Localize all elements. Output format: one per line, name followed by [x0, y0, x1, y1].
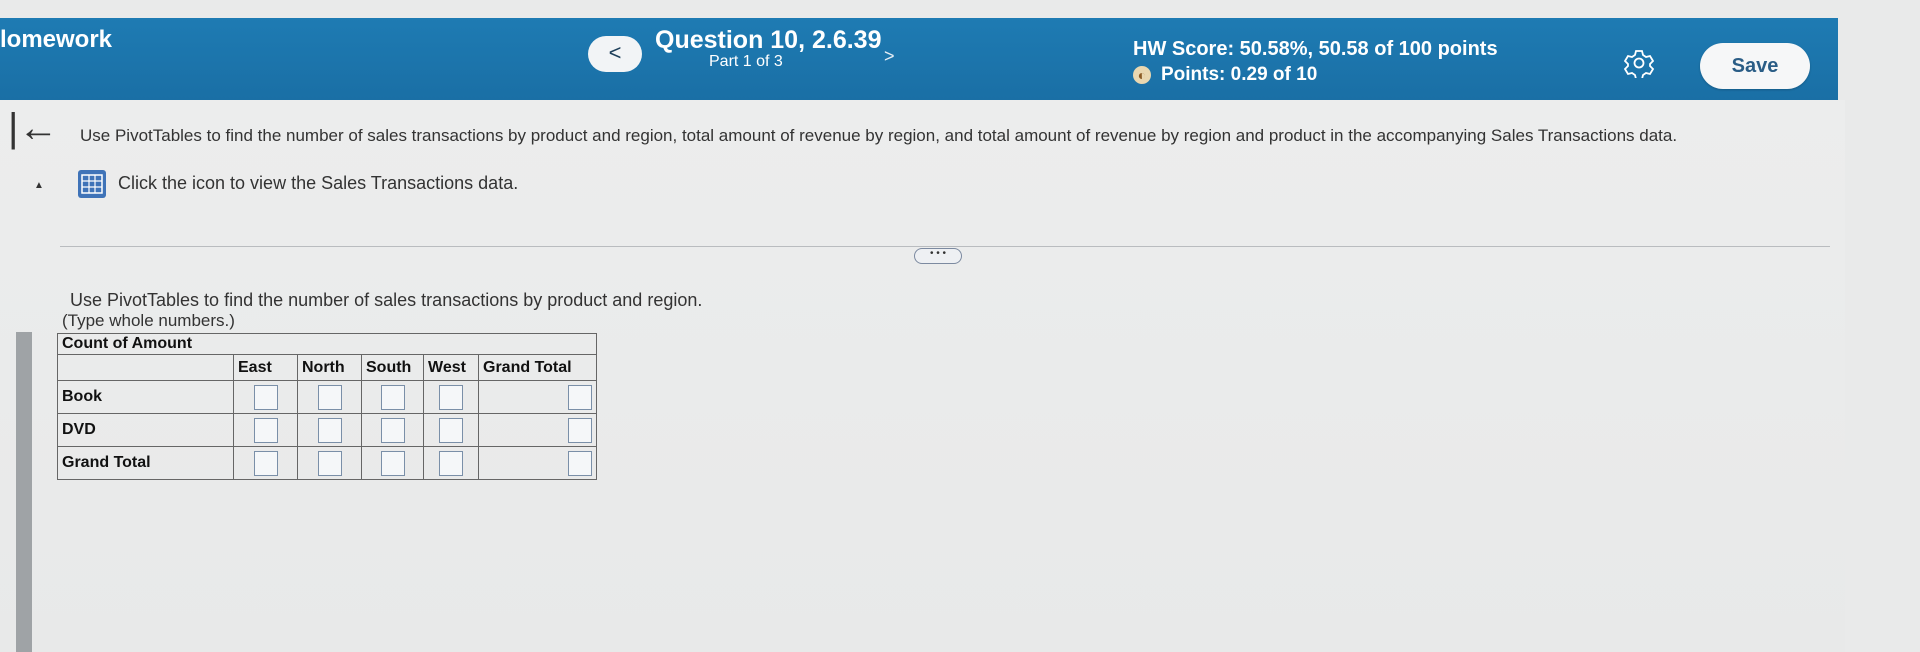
data-table-icon[interactable]	[78, 170, 106, 198]
points-display: ◐ Points: 0.29 of 10	[1133, 64, 1317, 86]
answer-input[interactable]	[253, 450, 278, 476]
left-scroll-bar[interactable]	[16, 332, 32, 652]
view-data-text: Click the icon to view the Sales Transac…	[118, 173, 519, 193]
gear-icon	[1623, 50, 1655, 80]
question-title: Question 10, 2.6.39	[655, 26, 882, 54]
answer-input[interactable]	[380, 384, 405, 410]
answer-input[interactable]	[317, 450, 342, 476]
question-content: |← Use PivotTables to find the number of…	[0, 100, 1845, 652]
answer-input[interactable]	[380, 450, 405, 476]
collapse-caret-icon[interactable]: ▲	[34, 180, 44, 191]
answer-input[interactable]	[568, 417, 592, 443]
question-intro: Use PivotTables to find the number of sa…	[80, 126, 1678, 145]
section-divider	[60, 246, 1830, 247]
table-row: Book	[57, 380, 597, 414]
column-header-east: East	[233, 354, 298, 381]
previous-question-button[interactable]: <	[588, 36, 642, 72]
column-header-north: North	[297, 354, 362, 381]
column-header-south: South	[361, 354, 424, 381]
column-header-west: West	[423, 354, 479, 381]
table-row: Grand Total	[57, 446, 597, 480]
expand-dots-button[interactable]: • • •	[914, 248, 962, 264]
hw-score: HW Score: 50.58%, 50.58 of 100 points	[1133, 38, 1498, 60]
answer-hint: (Type whole numbers.)	[62, 311, 235, 330]
answer-input[interactable]	[253, 417, 278, 443]
pivot-table: Count of Amount East North South West Gr…	[57, 333, 597, 480]
settings-button[interactable]	[1623, 48, 1655, 80]
answer-input[interactable]	[380, 417, 405, 443]
question-part: Part 1 of 3	[709, 53, 783, 70]
answer-input[interactable]	[253, 384, 278, 410]
row-label-dvd: DVD	[57, 413, 234, 447]
save-button[interactable]: Save	[1700, 43, 1810, 89]
answer-input[interactable]	[439, 417, 463, 443]
answer-input[interactable]	[439, 384, 463, 410]
next-question-button[interactable]: >	[884, 46, 895, 67]
points-text: Points: 0.29 of 10	[1161, 64, 1318, 85]
table-row: DVD	[57, 413, 597, 447]
back-arrow-icon[interactable]: |←	[8, 108, 58, 148]
answer-input[interactable]	[568, 384, 592, 410]
top-bar: lomework < Question 10, 2.6.39 Part 1 of…	[0, 18, 1838, 100]
homework-title: lomework	[0, 26, 113, 53]
partial-credit-icon: ◐	[1133, 66, 1151, 84]
column-header-grand-total: Grand Total	[478, 354, 597, 381]
answer-input[interactable]	[439, 450, 463, 476]
answer-input[interactable]	[317, 384, 342, 410]
row-label-grand-total: Grand Total	[57, 446, 234, 480]
answer-input[interactable]	[568, 450, 592, 476]
row-label-book: Book	[57, 380, 234, 414]
part-instruction: Use PivotTables to find the number of sa…	[70, 290, 703, 310]
answer-input[interactable]	[317, 417, 342, 443]
table-caption: Count of Amount	[57, 333, 597, 355]
